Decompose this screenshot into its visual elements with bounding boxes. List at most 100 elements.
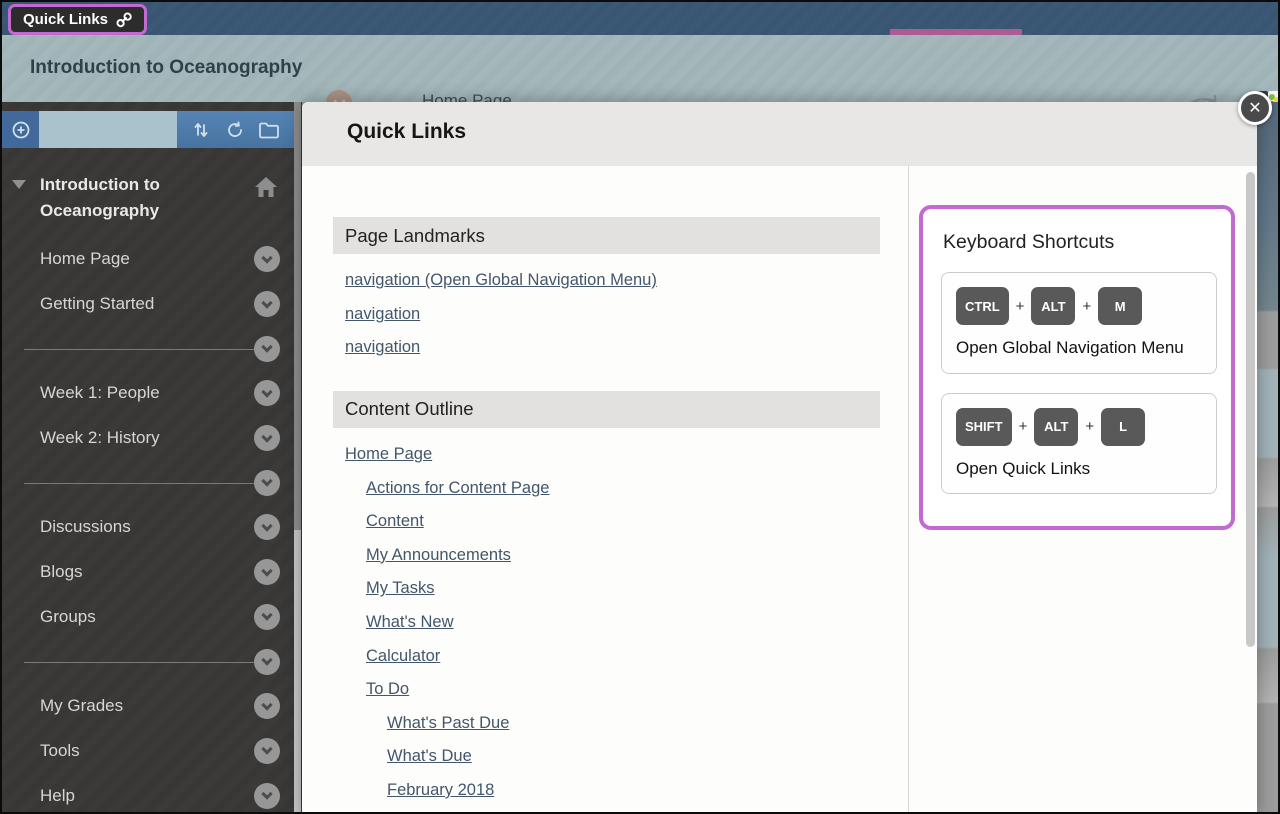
course-header: Introduction to Oceanography Home Page [2, 35, 1278, 102]
sidebar-course-title[interactable]: Introduction to Oceanography [40, 172, 254, 224]
sidebar-item-label: Week 1: People [40, 383, 160, 403]
sidebar-divider-line [24, 483, 254, 484]
sidebar-item[interactable] [2, 639, 294, 684]
sidebar-course-title-row: Introduction to Oceanography [2, 172, 294, 224]
landmark-link[interactable]: navigation (Open Global Navigation Menu) [345, 271, 657, 290]
shortcut-card: SHIFT + ALT + L Open Quick Links [941, 393, 1217, 495]
course-menu-toolbar [2, 111, 294, 148]
sidebar-item[interactable]: Week 2: History [2, 416, 294, 461]
chevron-down-icon[interactable] [254, 246, 280, 272]
outline-row: My Tasks [345, 572, 908, 606]
chevron-down-icon[interactable] [254, 291, 280, 317]
collapse-menu-icon[interactable] [12, 180, 26, 189]
sidebar-item-label: Tools [40, 741, 80, 761]
content-outline-link[interactable]: What's Past Due [387, 714, 509, 733]
page-landmarks-list: navigation (Open Global Navigation Menu)… [333, 254, 908, 365]
content-outline-link[interactable]: What's New [366, 613, 454, 632]
content-outline-link[interactable]: My Announcements [366, 546, 511, 565]
sidebar-scrollbar-thumb[interactable] [294, 530, 301, 814]
chevron-down-icon[interactable] [254, 336, 280, 362]
refresh-icon[interactable] [225, 120, 245, 140]
content-outline-link[interactable]: To Do [366, 680, 409, 699]
chevron-down-icon[interactable] [254, 559, 280, 585]
reorder-icon[interactable] [191, 120, 211, 140]
sidebar-item[interactable]: My Grades [2, 684, 294, 729]
add-menu-item-button[interactable] [2, 111, 39, 148]
keyboard-shortcuts-panel: Keyboard Shortcuts CTRL + ALT + M Open G… [919, 205, 1235, 530]
content-outline-link[interactable]: February 2018 [387, 781, 494, 800]
modal-shortcuts-column: Keyboard Shortcuts CTRL + ALT + M Open G… [909, 166, 1257, 814]
outline-row: Content [345, 505, 908, 539]
sidebar-item[interactable]: Blogs [2, 550, 294, 595]
sidebar-item[interactable]: Getting Started [2, 282, 294, 327]
landmark-link[interactable]: navigation [345, 305, 420, 324]
outline-row: Calculator [345, 639, 908, 673]
home-icon[interactable] [254, 176, 278, 198]
sidebar-item[interactable] [2, 326, 294, 371]
chevron-down-icon[interactable] [254, 693, 280, 719]
content-outline-heading: Content Outline [333, 391, 880, 428]
content-outline-link[interactable]: Calculator [366, 647, 440, 666]
sidebar-item[interactable]: Discussions [2, 505, 294, 550]
sidebar-item[interactable]: Home Page [2, 237, 294, 282]
shortcut-description: Open Global Navigation Menu [956, 336, 1202, 361]
content-outline-link[interactable]: My Tasks [366, 579, 434, 598]
keycap-alt: ALT [1031, 287, 1075, 325]
keycap-shift: SHIFT [956, 408, 1012, 446]
sidebar-divider-line [24, 662, 254, 663]
sidebar-item-label: My Grades [40, 696, 123, 716]
shortcut-card: CTRL + ALT + M Open Global Navigation Me… [941, 272, 1217, 374]
chevron-down-icon[interactable] [254, 425, 280, 451]
plus-separator: + [1085, 418, 1094, 435]
menu-display-toggle[interactable] [39, 111, 177, 148]
sidebar-item-label: Week 2: History [40, 428, 160, 448]
content-outline-list: Home Page Actions for Content Page Conte… [333, 428, 908, 808]
content-outline-link[interactable]: Actions for Content Page [366, 479, 549, 498]
keycap-ctrl: CTRL [956, 287, 1009, 325]
landmark-row: navigation (Open Global Navigation Menu) [345, 264, 908, 298]
chevron-down-icon[interactable] [254, 738, 280, 764]
landmark-row: navigation [345, 331, 908, 365]
outline-row: What's New [345, 606, 908, 640]
outline-row: Actions for Content Page [345, 471, 908, 505]
plus-separator: + [1019, 418, 1028, 435]
sidebar-item[interactable]: Groups [2, 595, 294, 640]
content-outline-link[interactable]: Content [366, 512, 424, 531]
modal-links-column: Page Landmarks navigation (Open Global N… [302, 166, 909, 814]
quick-links-button-label: Quick Links [23, 11, 108, 28]
content-outline-link[interactable]: Home Page [345, 445, 432, 464]
chevron-down-icon[interactable] [254, 514, 280, 540]
chevron-down-icon[interactable] [254, 470, 280, 496]
close-icon[interactable]: ✕ [1238, 91, 1272, 125]
chevron-down-icon[interactable] [254, 783, 280, 809]
content-outline-link[interactable]: What's Due [387, 747, 472, 766]
keyboard-shortcuts-heading: Keyboard Shortcuts [943, 231, 1213, 254]
sidebar-item[interactable]: Help [2, 773, 294, 814]
quick-links-modal: Quick Links ✕ Page Landmarks navigation … [302, 102, 1257, 814]
sidebar-item[interactable] [2, 460, 294, 505]
modal-scrollbar-thumb[interactable] [1246, 172, 1255, 647]
chevron-down-icon[interactable] [254, 380, 280, 406]
sidebar-item[interactable]: Week 1: People [2, 371, 294, 416]
sidebar-item-label: Home Page [40, 249, 130, 269]
chevron-down-icon[interactable] [254, 604, 280, 630]
sidebar-item-label: Discussions [40, 517, 131, 537]
dimmed-page-background [1257, 102, 1280, 814]
folder-icon[interactable] [258, 120, 280, 140]
outline-row: What's Past Due [345, 707, 908, 741]
keycap-l: L [1101, 408, 1145, 446]
app-window: Quick Links Introduction to Oceanography… [0, 0, 1280, 814]
quick-links-button[interactable]: Quick Links [8, 4, 147, 35]
keycap-m: M [1098, 287, 1142, 325]
sidebar-item[interactable]: Tools [2, 729, 294, 774]
sidebar-item-label: Blogs [40, 562, 83, 582]
shortcut-keys: SHIFT + ALT + L [956, 408, 1202, 446]
landmark-link[interactable]: navigation [345, 338, 420, 357]
sidebar-scrollbar[interactable] [294, 102, 301, 814]
outline-row: February 2018 [345, 774, 908, 808]
outline-row: What's Due [345, 740, 908, 774]
chevron-down-icon[interactable] [254, 649, 280, 675]
sidebar-divider-line [24, 349, 254, 350]
shortcut-description: Open Quick Links [956, 457, 1202, 482]
modal-header: Quick Links ✕ [302, 102, 1257, 166]
